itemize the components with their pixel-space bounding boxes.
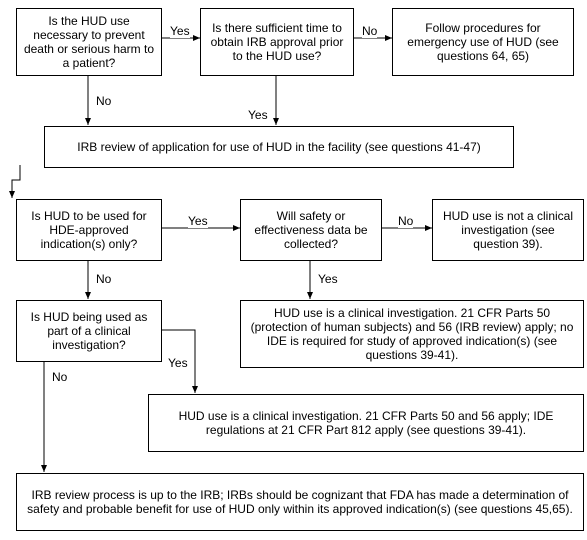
- edge-label: No: [362, 24, 377, 38]
- node-irb-process: IRB review process is up to the IRB; IRB…: [16, 473, 584, 531]
- edge-label: Yes: [170, 24, 190, 38]
- text: HUD use is not a clinical investigation …: [439, 209, 577, 251]
- text: HUD use is a clinical investigation. 21 …: [247, 306, 577, 362]
- text: Follow procedures for emergency use of H…: [399, 21, 567, 63]
- edge-label: No: [96, 272, 111, 286]
- node-emergency: Follow procedures for emergency use of H…: [392, 8, 574, 76]
- text: Is HUD to be used for HDE-approved indic…: [23, 209, 155, 251]
- node-q-time: Is there sufficient time to obtain IRB a…: [200, 8, 354, 76]
- node-not-clinical: HUD use is not a clinical investigation …: [432, 199, 584, 261]
- edge-label: Yes: [168, 356, 188, 370]
- text: Is HUD being used as part of a clinical …: [23, 310, 155, 352]
- node-q-hde: Is HUD to be used for HDE-approved indic…: [16, 199, 162, 261]
- node-q-safety: Will safety or effectiveness data be col…: [240, 199, 382, 261]
- node-irb-review: IRB review of application for use of HUD…: [44, 126, 514, 168]
- node-clinical-b: HUD use is a clinical investigation. 21 …: [148, 394, 584, 452]
- text: Is the HUD use necessary to prevent deat…: [23, 14, 155, 70]
- connectors: [0, 0, 587, 540]
- text: IRB review of application for use of HUD…: [77, 140, 481, 154]
- edge-label: Yes: [318, 272, 338, 286]
- edge-label: No: [52, 370, 67, 384]
- text: Will safety or effectiveness data be col…: [247, 209, 375, 251]
- text: Is there sufficient time to obtain IRB a…: [207, 21, 347, 63]
- text: HUD use is a clinical investigation. 21 …: [155, 409, 577, 437]
- edge-label: No: [96, 94, 111, 108]
- text: IRB review process is up to the IRB; IRB…: [23, 488, 577, 516]
- edge-label: Yes: [188, 214, 208, 228]
- flowchart-canvas: Is the HUD use necessary to prevent deat…: [0, 0, 587, 540]
- node-q-prevent: Is the HUD use necessary to prevent deat…: [16, 8, 162, 76]
- node-clinical-a: HUD use is a clinical investigation. 21 …: [240, 300, 584, 368]
- edge-label: Yes: [248, 108, 268, 122]
- edge-label: No: [398, 214, 413, 228]
- node-q-clinical: Is HUD being used as part of a clinical …: [16, 300, 162, 362]
